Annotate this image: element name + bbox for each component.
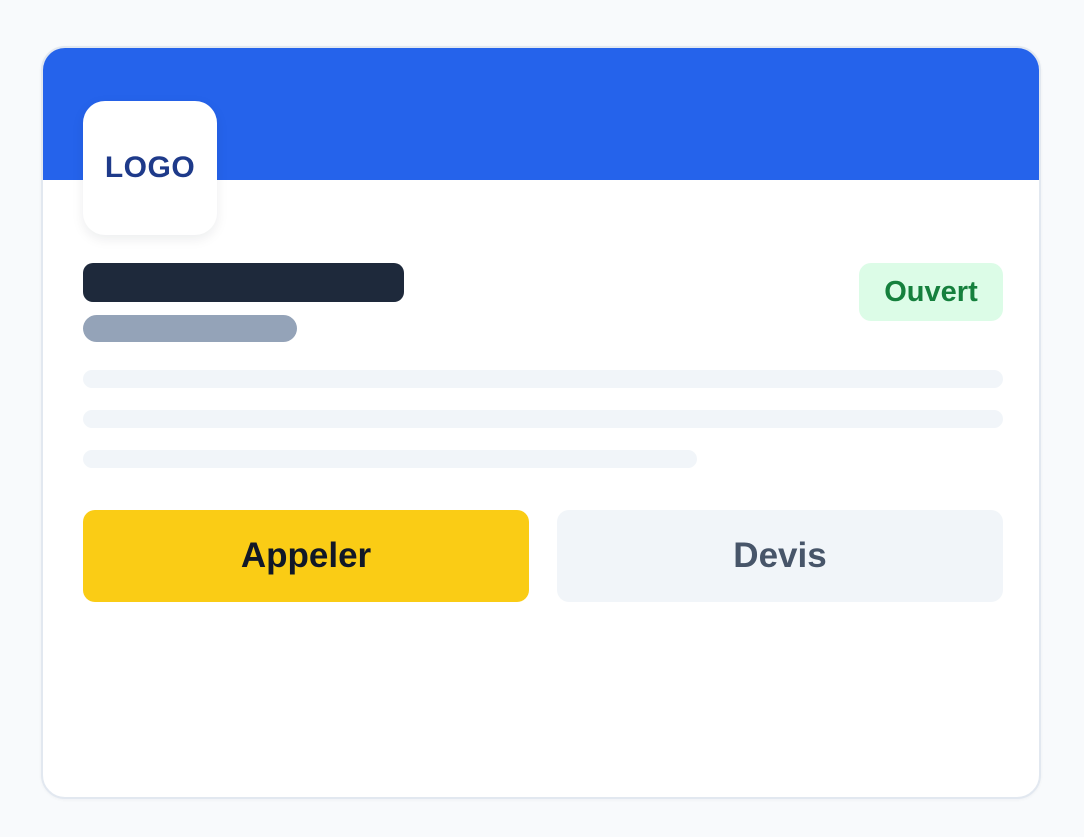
business-category-placeholder xyxy=(83,315,297,342)
description-line-placeholder xyxy=(83,370,1003,388)
business-name-placeholder xyxy=(83,263,404,302)
description-line-placeholder xyxy=(83,410,1003,428)
call-button[interactable]: Appeler xyxy=(83,510,529,602)
status-badge: Ouvert xyxy=(859,263,1003,321)
logo: LOGO xyxy=(83,101,217,235)
quote-button[interactable]: Devis xyxy=(557,510,1003,602)
business-card: LOGO Ouvert Appeler Devis xyxy=(41,46,1041,799)
description-line-placeholder xyxy=(83,450,697,468)
logo-label: LOGO xyxy=(104,151,196,184)
